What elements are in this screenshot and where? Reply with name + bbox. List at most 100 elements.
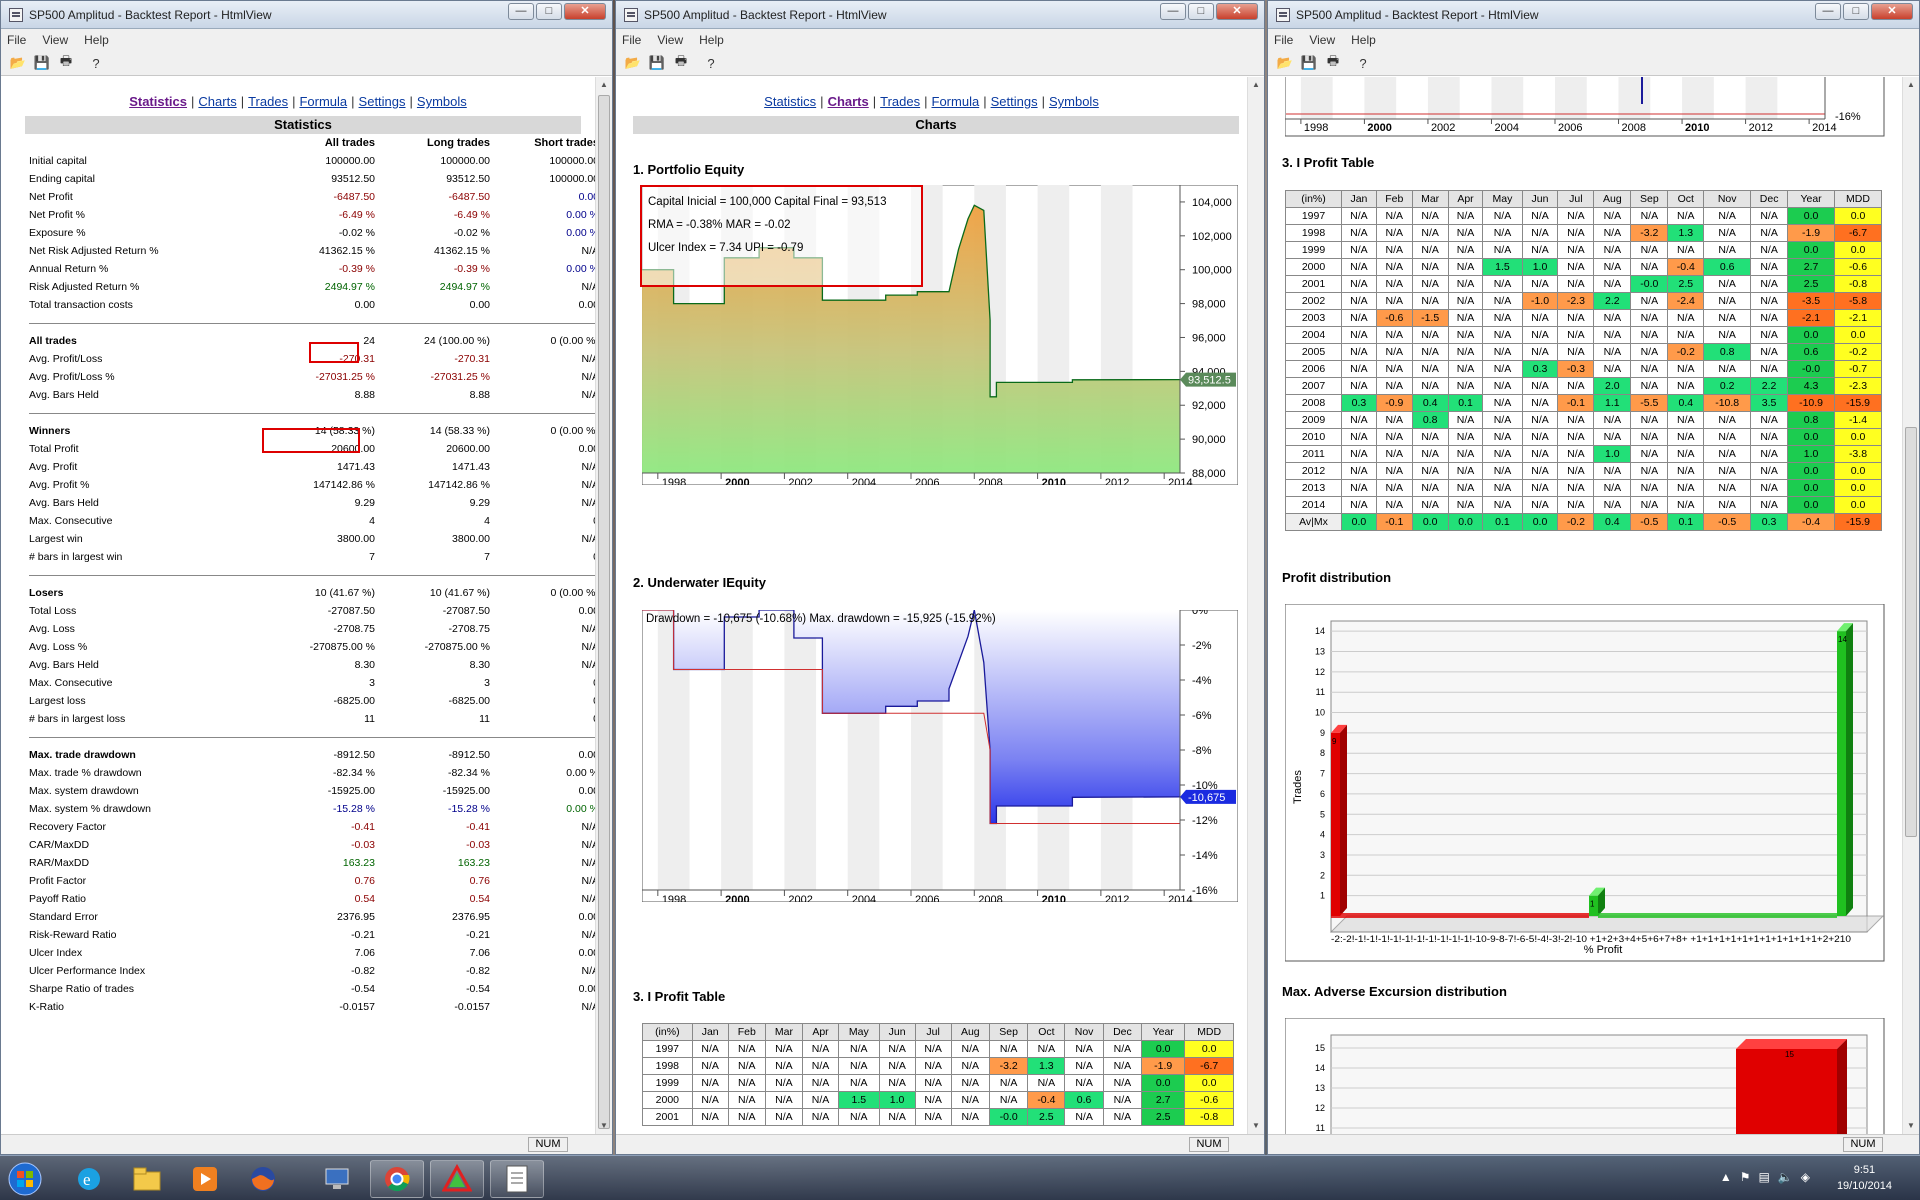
scroll-down-icon[interactable]: ▼: [1903, 1118, 1919, 1134]
stats-value: N/A: [581, 641, 595, 653]
scroll-up-icon[interactable]: ▲: [1903, 77, 1919, 93]
nav-formula[interactable]: Formula: [299, 94, 347, 109]
profit-table-cell: N/A: [1521, 241, 1559, 259]
nav-charts[interactable]: Charts: [198, 94, 236, 109]
volume-icon[interactable]: 🔈: [1778, 1170, 1793, 1184]
profit-table-year: 2000: [1284, 258, 1343, 276]
taskbar-clock[interactable]: 9:51 19/10/2014: [1837, 1162, 1892, 1194]
start-button[interactable]: [0, 1160, 50, 1198]
remote-desktop-icon[interactable]: [310, 1160, 364, 1198]
close-button[interactable]: ✕: [1216, 3, 1258, 20]
nav-statistics[interactable]: Statistics: [129, 94, 187, 109]
print-icon[interactable]: 🖶: [1322, 53, 1344, 73]
menu-file[interactable]: File: [622, 33, 641, 47]
menu-file[interactable]: File: [7, 33, 26, 47]
media-player-icon[interactable]: [178, 1160, 232, 1198]
stats-value: N/A: [581, 965, 595, 977]
menu-file[interactable]: File: [1274, 33, 1293, 47]
vertical-scrollbar[interactable]: ▲ ▼: [1247, 77, 1264, 1134]
profit-table-cell: N/A: [1703, 360, 1752, 378]
profit-table-cell: N/A: [1750, 445, 1789, 463]
open-folder-icon[interactable]: 📂: [7, 53, 29, 73]
nav-symbols[interactable]: Symbols: [417, 94, 467, 109]
nav-formula[interactable]: Formula: [932, 94, 980, 109]
scroll-up-icon[interactable]: ▲: [596, 77, 612, 93]
menu-help[interactable]: Help: [84, 33, 109, 47]
title-bar[interactable]: SP500 Amplitud - Backtest Report - HtmlV…: [616, 1, 1264, 29]
nav-charts[interactable]: Charts: [828, 94, 869, 109]
stats-value: 0 (0.00 %): [550, 587, 595, 599]
stats-value: 0: [492, 674, 595, 692]
scroll-down-icon[interactable]: ▼: [1248, 1118, 1264, 1134]
title-bar[interactable]: SP500 Amplitud - Backtest Report - HtmlV…: [1, 1, 612, 29]
scroll-thumb[interactable]: [1905, 427, 1917, 837]
nav-settings[interactable]: Settings: [359, 94, 406, 109]
scroll-up-icon[interactable]: ▲: [1248, 77, 1264, 93]
internet-explorer-icon[interactable]: e: [62, 1160, 116, 1198]
menu-view[interactable]: View: [1309, 33, 1335, 47]
htmlview-icon[interactable]: [490, 1160, 544, 1198]
app-icon: [624, 7, 638, 22]
save-icon[interactable]: 💾: [646, 53, 668, 73]
y-tick-label: 90,000: [1192, 434, 1226, 446]
nav-trades[interactable]: Trades: [880, 94, 920, 109]
nav-trades[interactable]: Trades: [248, 94, 288, 109]
nav-settings[interactable]: Settings: [991, 94, 1038, 109]
show-hidden-icons-icon[interactable]: ▲: [1720, 1170, 1732, 1184]
profit-table-cell: N/A: [1593, 360, 1632, 378]
vertical-scrollbar[interactable]: ▲ ▼: [595, 77, 612, 1134]
firefox-icon[interactable]: [236, 1160, 290, 1198]
stats-label: # bars in largest win: [29, 551, 123, 563]
title-bar[interactable]: SP500 Amplitud - Backtest Report - HtmlV…: [1268, 1, 1919, 29]
maximize-button[interactable]: □: [536, 3, 562, 20]
stats-value: -0.03: [351, 839, 375, 851]
profit-table-row: 2013 N/A N/A N/A N/A N/A N/A N/A N/A N/A N/A N/A N/A…: [1284, 479, 1883, 497]
scroll-down-icon[interactable]: ▼: [596, 1118, 612, 1134]
profit-table-cell: 1.0: [878, 1091, 916, 1109]
minimize-button[interactable]: —: [508, 3, 534, 20]
profit-table-cell: N/A: [1482, 326, 1523, 344]
minimize-button[interactable]: —: [1815, 3, 1841, 20]
maximize-button[interactable]: □: [1843, 3, 1869, 20]
chrome-icon[interactable]: [370, 1160, 424, 1198]
maximize-button[interactable]: □: [1188, 3, 1214, 20]
stats-value: 163.23: [342, 857, 375, 869]
minimize-button[interactable]: —: [1160, 3, 1186, 20]
close-button[interactable]: ✕: [1871, 3, 1913, 20]
nav-symbols[interactable]: Symbols: [1049, 94, 1099, 109]
nav-statistics[interactable]: Statistics: [764, 94, 816, 109]
profit-table-year: 2014: [1284, 496, 1343, 514]
profit-table-cell: N/A: [1447, 479, 1484, 497]
amibroker-icon[interactable]: [430, 1160, 484, 1198]
menu-view[interactable]: View: [42, 33, 68, 47]
stats-value: 8.30: [354, 659, 375, 671]
save-icon[interactable]: 💾: [31, 53, 53, 73]
menu-help[interactable]: Help: [699, 33, 724, 47]
save-icon[interactable]: 💾: [1298, 53, 1320, 73]
equity-heading: 1. Portfolio Equity: [633, 162, 745, 177]
profit-table-cell: -0.4: [1787, 513, 1835, 531]
print-icon[interactable]: 🖶: [55, 53, 77, 73]
profit-table-cell: N/A: [1593, 326, 1632, 344]
print-icon[interactable]: 🖶: [670, 53, 692, 73]
stats-value: -15925.00: [327, 785, 375, 797]
dropbox-icon[interactable]: ◈: [1801, 1170, 1810, 1184]
scroll-thumb[interactable]: [598, 95, 610, 1129]
open-folder-icon[interactable]: 📂: [622, 53, 644, 73]
menu-help[interactable]: Help: [1351, 33, 1376, 47]
profit-bar-label: 9: [1332, 737, 1337, 746]
help-icon[interactable]: ?: [85, 53, 107, 73]
open-folder-icon[interactable]: 📂: [1274, 53, 1296, 73]
menu-view[interactable]: View: [657, 33, 683, 47]
profit-table-cell: N/A: [727, 1057, 766, 1075]
file-explorer-icon[interactable]: [120, 1160, 174, 1198]
vertical-scrollbar[interactable]: ▲ ▼: [1902, 77, 1919, 1134]
help-icon[interactable]: ?: [700, 53, 722, 73]
y-tick-label: 11: [1316, 687, 1325, 697]
help-icon[interactable]: ?: [1352, 53, 1374, 73]
network-icon[interactable]: ▤: [1758, 1170, 1769, 1184]
action-center-flag-icon[interactable]: ⚑: [1740, 1170, 1751, 1184]
app-icon: [1276, 7, 1290, 22]
close-button[interactable]: ✕: [564, 3, 606, 20]
profit-table-cell: N/A: [1341, 496, 1377, 514]
